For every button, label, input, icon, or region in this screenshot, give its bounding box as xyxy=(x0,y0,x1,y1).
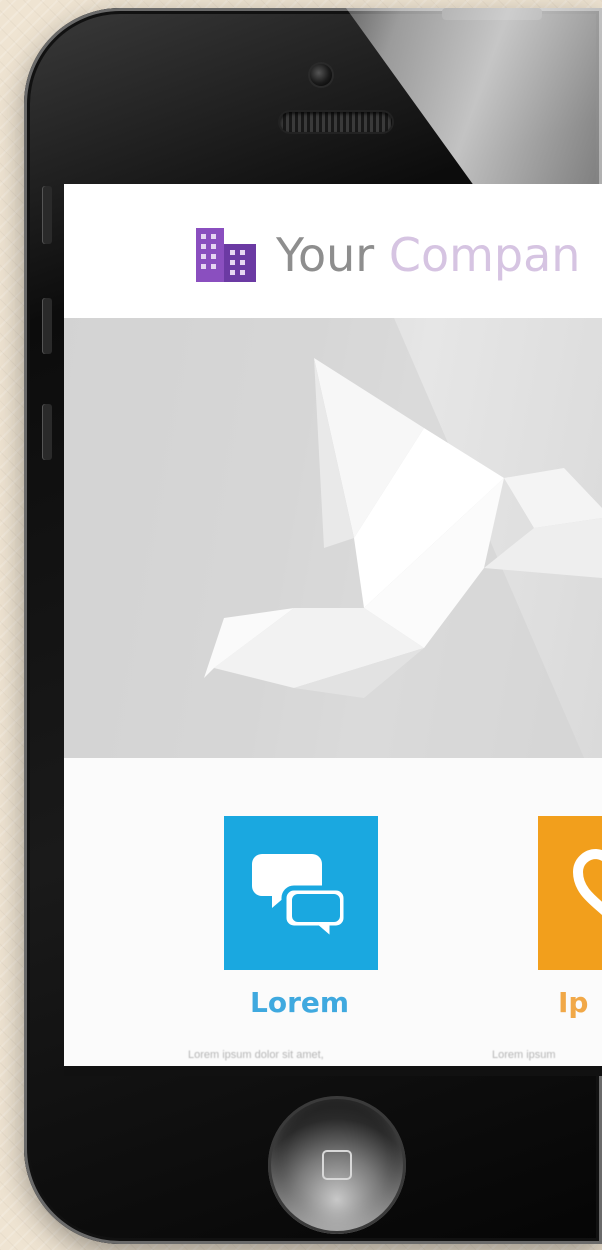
heart-icon xyxy=(572,848,602,916)
phone-glare xyxy=(346,8,602,198)
front-camera xyxy=(310,64,332,86)
building-icon xyxy=(196,228,256,282)
feature-desc-lorem: Lorem ipsum dolor sit amet, xyxy=(188,1049,324,1061)
screen-bezel-edge xyxy=(64,1066,602,1076)
site-header: Your Compan xyxy=(64,184,602,318)
home-button[interactable] xyxy=(268,1096,406,1234)
volume-down-button xyxy=(42,404,52,460)
feature-label-lorem[interactable]: Lorem xyxy=(250,986,349,1020)
hero-banner xyxy=(64,318,602,758)
phone-mockup: Your Compan Lorem Lorem ipsum dolor sit … xyxy=(24,8,602,1244)
company-name-company: Compan xyxy=(388,228,581,282)
chat-bubbles-icon xyxy=(252,854,349,946)
mute-switch xyxy=(42,186,52,244)
company-name-your: Your xyxy=(276,228,389,282)
feature-label-ipsum[interactable]: Ip xyxy=(558,986,588,1020)
phone-screen: Your Compan Lorem Lorem ipsum dolor sit … xyxy=(64,184,602,1076)
origami-bird-image xyxy=(64,318,602,758)
company-name[interactable]: Your Compan xyxy=(276,226,580,284)
home-square-icon xyxy=(322,1150,352,1180)
feature-desc-ipsum: Lorem ipsum xyxy=(492,1049,556,1061)
volume-up-button xyxy=(42,298,52,354)
features-section: Lorem Lorem ipsum dolor sit amet, Ip Lor… xyxy=(64,758,602,1076)
earpiece-speaker xyxy=(280,112,392,132)
sleep-button xyxy=(442,8,542,20)
feature-tile-lorem[interactable] xyxy=(224,816,378,970)
feature-tile-ipsum[interactable] xyxy=(538,816,602,970)
